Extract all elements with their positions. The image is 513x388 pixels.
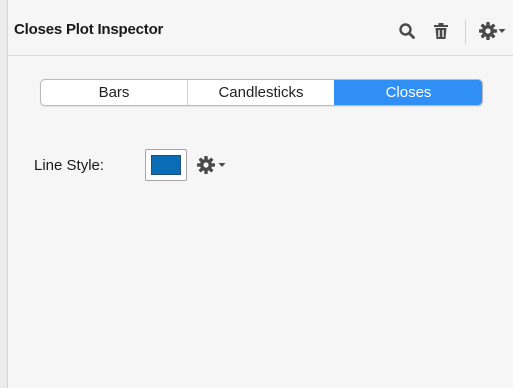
plot-type-segmented-control: Bars Candlesticks Closes (40, 79, 483, 106)
trash-icon[interactable] (430, 20, 452, 42)
segment-bars[interactable]: Bars (41, 80, 187, 105)
gear-icon (479, 22, 497, 40)
line-color-swatch (151, 155, 181, 175)
inspector-header: Closes Plot Inspector (8, 0, 513, 56)
gear-icon (197, 156, 215, 174)
line-style-gear-menu[interactable] (196, 153, 232, 177)
chevron-down-icon (218, 163, 226, 167)
header-divider (465, 20, 466, 44)
line-style-label: Line Style: (34, 157, 105, 174)
line-color-well[interactable] (145, 149, 187, 181)
search-icon[interactable] (396, 20, 418, 42)
segment-closes[interactable]: Closes (334, 80, 482, 105)
inspector-panel: Closes Plot Inspector Bars Candlesticks … (7, 0, 513, 388)
settings-menu[interactable] (476, 20, 508, 42)
inspector-title: Closes Plot Inspector (14, 21, 164, 38)
segment-candlesticks[interactable]: Candlesticks (187, 80, 334, 105)
chevron-down-icon (498, 29, 506, 33)
